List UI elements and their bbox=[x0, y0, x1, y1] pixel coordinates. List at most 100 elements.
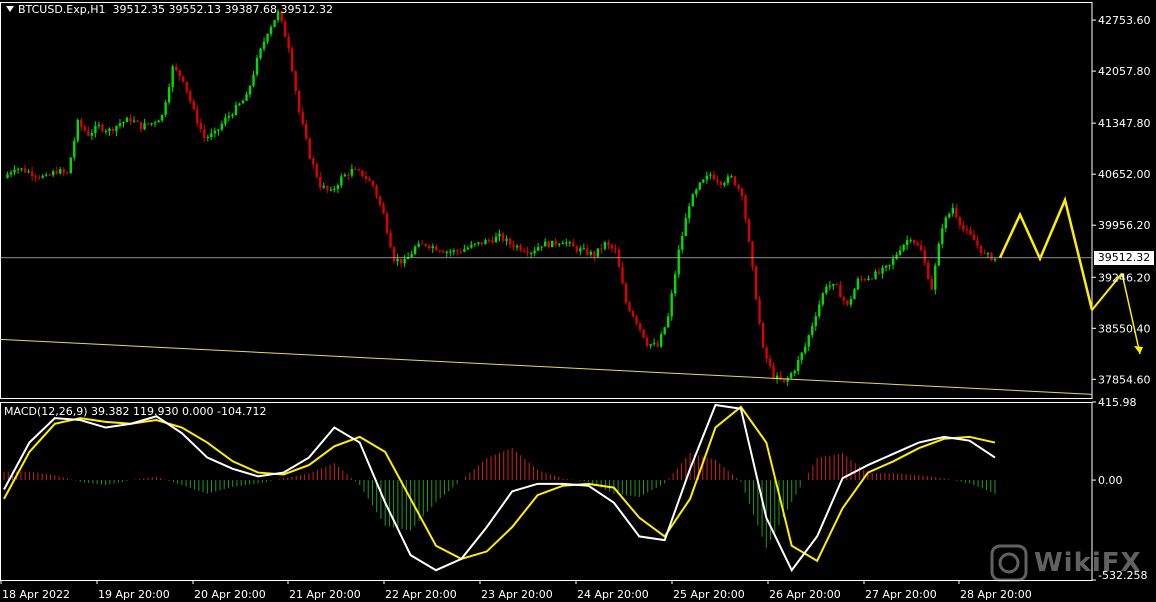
candle-body bbox=[860, 278, 863, 280]
time-tick-label: 27 Apr 20:00 bbox=[865, 588, 937, 601]
candle-body bbox=[385, 213, 389, 233]
candle-body bbox=[586, 248, 589, 255]
candle-body bbox=[340, 176, 343, 186]
chart-background bbox=[0, 0, 1156, 602]
candle-body bbox=[269, 26, 273, 35]
candle-body bbox=[245, 94, 248, 101]
candle-body bbox=[543, 241, 547, 247]
candle-body bbox=[983, 252, 986, 254]
price-tick-label: 37854.60 bbox=[1098, 373, 1151, 386]
candle-body bbox=[199, 123, 202, 130]
candle-body bbox=[287, 36, 290, 49]
candle-body bbox=[227, 116, 231, 118]
candle-body bbox=[157, 120, 160, 123]
candle-body bbox=[224, 117, 227, 124]
candle-body bbox=[930, 278, 933, 290]
candle-body bbox=[723, 182, 726, 185]
candle-body bbox=[262, 41, 266, 49]
candle-body bbox=[101, 125, 104, 132]
candle-body bbox=[645, 337, 649, 346]
price-tick-label: 42057.80 bbox=[1098, 65, 1151, 78]
candle-body bbox=[368, 179, 371, 181]
candle-body bbox=[283, 21, 287, 37]
candle-body bbox=[361, 170, 364, 177]
candle-body bbox=[955, 207, 958, 218]
time-tick-label: 22 Apr 20:00 bbox=[385, 588, 457, 601]
candle-body bbox=[870, 278, 874, 280]
candle-body bbox=[958, 217, 962, 226]
ohlc-values: 39512.35 39552.13 39387.68 39512.32 bbox=[112, 3, 333, 16]
candle-body bbox=[691, 194, 694, 207]
candle-body bbox=[508, 238, 512, 245]
candle-body bbox=[66, 172, 69, 174]
candle-body bbox=[375, 185, 378, 197]
candle-body bbox=[76, 119, 79, 141]
candle-body bbox=[617, 249, 621, 268]
candle-body bbox=[494, 236, 498, 243]
candle-body bbox=[104, 130, 108, 132]
candle-body bbox=[512, 244, 515, 248]
candle-body bbox=[290, 48, 294, 72]
candle-body bbox=[716, 179, 719, 182]
candle-body bbox=[533, 250, 536, 253]
candle-body bbox=[80, 119, 83, 127]
candle-body bbox=[920, 245, 923, 251]
candle-body bbox=[9, 172, 13, 175]
candle-body bbox=[797, 359, 800, 372]
candle-body bbox=[600, 248, 603, 250]
candle-body bbox=[55, 171, 58, 174]
candle-body bbox=[927, 262, 930, 279]
time-tick-label: 20 Apr 20:00 bbox=[194, 588, 266, 601]
candle-body bbox=[410, 253, 413, 257]
candle-body bbox=[20, 168, 23, 170]
candle-body bbox=[115, 125, 118, 132]
candle-body bbox=[505, 238, 508, 241]
candle-body bbox=[248, 85, 252, 95]
candle-body bbox=[6, 174, 9, 178]
candle-body bbox=[182, 76, 185, 82]
candle-body bbox=[832, 283, 835, 286]
candle-body bbox=[807, 335, 810, 347]
candle-body bbox=[160, 114, 164, 121]
candle-body bbox=[23, 168, 27, 173]
candle-body bbox=[607, 242, 610, 246]
candle-body bbox=[59, 169, 62, 174]
candle-body bbox=[452, 250, 456, 252]
candle-body bbox=[97, 125, 101, 127]
candle-body bbox=[167, 87, 171, 103]
candle-body bbox=[572, 242, 575, 247]
candle-body bbox=[684, 218, 687, 237]
candle-body bbox=[789, 373, 793, 378]
candle-body bbox=[118, 123, 122, 126]
candle-body bbox=[312, 158, 315, 165]
current-price-tag: 39512.32 bbox=[1094, 250, 1154, 265]
candle-body bbox=[677, 249, 680, 275]
caret-down-icon[interactable] bbox=[6, 6, 14, 12]
candle-body bbox=[695, 189, 698, 195]
candle-body bbox=[350, 168, 354, 176]
candle-body bbox=[951, 207, 955, 214]
candle-body bbox=[62, 169, 65, 173]
candle-body bbox=[849, 299, 853, 305]
candle-body bbox=[301, 112, 304, 125]
candle-body bbox=[839, 284, 842, 298]
candle-body bbox=[902, 244, 905, 251]
candle-body bbox=[132, 120, 136, 122]
candle-body bbox=[891, 258, 895, 265]
candle-body bbox=[174, 66, 178, 71]
candle-body bbox=[874, 271, 877, 279]
candle-body bbox=[610, 245, 614, 249]
candle-body bbox=[108, 128, 111, 131]
candle-body bbox=[305, 124, 308, 139]
candle-body bbox=[487, 240, 491, 242]
candle-body bbox=[551, 240, 554, 248]
watermark-text: WikiFX bbox=[1034, 548, 1142, 578]
price-chart[interactable]: 42753.60 42057.80 41347.80 40652.00 39956.20… bbox=[0, 0, 1156, 602]
candle-body bbox=[575, 246, 579, 252]
candle-body bbox=[986, 253, 990, 255]
candle-body bbox=[614, 248, 617, 250]
candle-body bbox=[491, 240, 494, 243]
candle-body bbox=[354, 168, 357, 170]
candle-body bbox=[382, 204, 385, 214]
candle-body bbox=[937, 243, 940, 266]
